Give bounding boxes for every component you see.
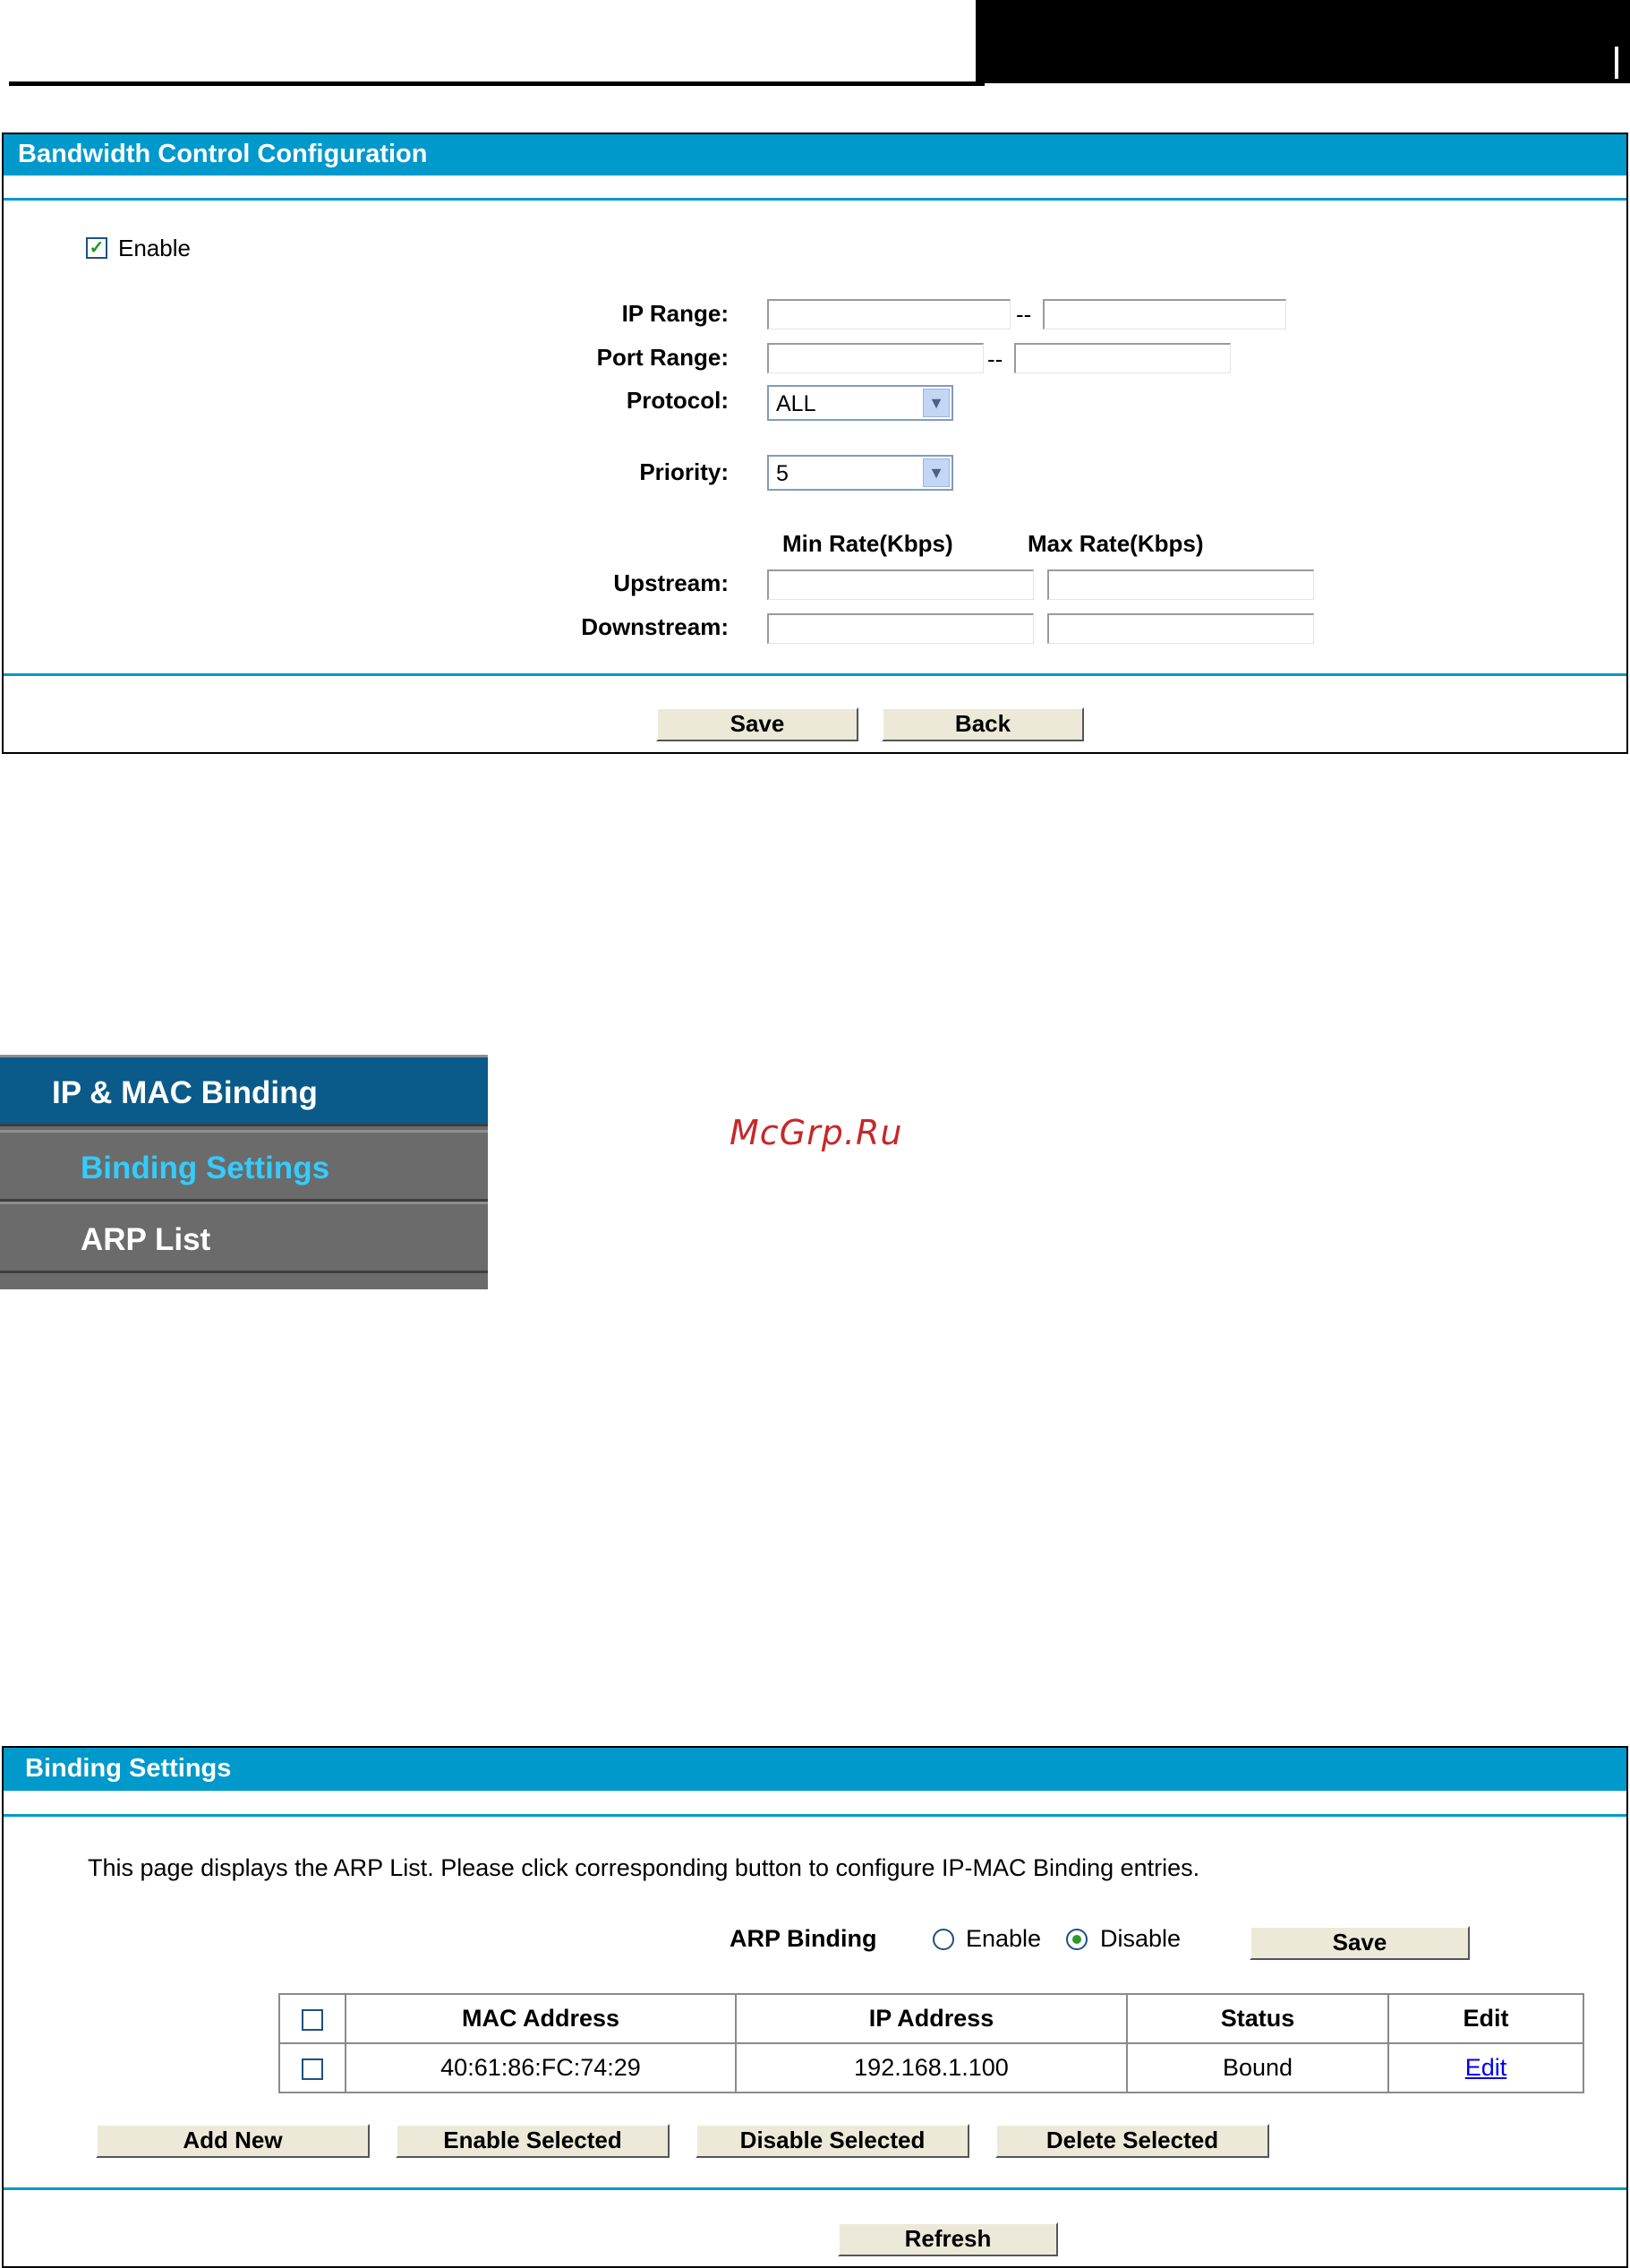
binding-header-line — [4, 1814, 1626, 1817]
enable-selected-button[interactable]: Enable Selected — [396, 2124, 670, 2158]
port-range-start-input[interactable] — [767, 343, 984, 373]
binding-footer-line — [4, 2187, 1626, 2190]
bandwidth-footer-line — [4, 673, 1626, 676]
back-button[interactable]: Back — [882, 707, 1084, 741]
arp-binding-save-button[interactable]: Save — [1250, 1926, 1470, 1960]
arp-binding-disable-radio[interactable] — [1066, 1929, 1088, 1950]
watermark-text: McGrp.Ru — [730, 1113, 903, 1152]
add-new-button[interactable]: Add New — [96, 2124, 370, 2158]
downstream-min-rate-input[interactable] — [767, 613, 1034, 644]
port-range-separator: -- — [987, 346, 1003, 372]
ip-address-cell: 192.168.1.100 — [735, 2042, 1128, 2093]
menu-item-label: ARP List — [81, 1222, 211, 1257]
upstream-label: Upstream: — [613, 569, 729, 596]
menu-item-label: IP & MAC Binding — [52, 1075, 318, 1110]
mac-address-cell: 40:61:86:FC:74:29 — [345, 2042, 737, 2093]
ip-address-header: IP Address — [735, 1993, 1128, 2044]
status-cell: Bound — [1126, 2042, 1389, 2093]
delete-selected-button[interactable]: Delete Selected — [995, 2124, 1269, 2158]
enable-checkbox[interactable]: ✓ — [86, 237, 107, 259]
arp-binding-label: ARP Binding — [730, 1925, 877, 1952]
ip-range-separator: -- — [1016, 301, 1032, 328]
header-rule — [9, 81, 985, 86]
status-header: Status — [1126, 1993, 1389, 2044]
binding-settings-title: Binding Settings — [4, 1748, 1626, 1791]
chevron-down-icon: ▼ — [923, 389, 950, 417]
binding-table: MAC Address IP Address Status Edit 40:61… — [278, 1993, 1584, 2093]
port-range-label: Port Range: — [596, 344, 729, 371]
port-range-end-input[interactable] — [1014, 343, 1231, 373]
downstream-label: Downstream: — [581, 613, 729, 640]
table-header-row: MAC Address IP Address Status Edit — [278, 1993, 1584, 2044]
priority-label: Priority: — [639, 458, 729, 485]
bandwidth-header-line — [4, 198, 1626, 201]
arp-binding-enable-radio[interactable] — [933, 1929, 954, 1950]
ip-mac-binding-menu: IP & MAC Binding Binding Settings ARP Li… — [0, 1055, 488, 1289]
edit-cell: Edit — [1387, 2042, 1584, 2093]
protocol-label: Protocol: — [626, 387, 729, 414]
menu-item-ip-mac-binding[interactable]: IP & MAC Binding — [0, 1055, 488, 1126]
row-checkbox[interactable] — [302, 2058, 323, 2080]
min-rate-header: Min Rate(Kbps) — [782, 530, 953, 557]
ip-range-label: IP Range: — [621, 300, 729, 327]
upstream-max-rate-input[interactable] — [1047, 569, 1314, 600]
header-black-block — [976, 0, 1630, 83]
enable-label: Enable — [118, 235, 191, 261]
chevron-down-icon: ▼ — [923, 458, 950, 487]
radio-selected-dot — [1072, 1935, 1081, 1944]
priority-value: 5 — [776, 461, 789, 486]
upstream-min-rate-input[interactable] — [767, 569, 1034, 600]
menu-item-arp-list[interactable]: ARP List — [0, 1202, 488, 1273]
table-row: 40:61:86:FC:74:29 192.168.1.100 Bound Ed… — [278, 2042, 1584, 2093]
downstream-max-rate-input[interactable] — [1047, 613, 1314, 644]
binding-settings-panel: Binding Settings This page displays the … — [2, 1746, 1628, 2268]
ip-range-start-input[interactable] — [767, 299, 1011, 330]
max-rate-header: Max Rate(Kbps) — [1028, 530, 1204, 557]
priority-select[interactable]: 5 ▼ — [767, 455, 953, 491]
edit-link[interactable]: Edit — [1465, 2054, 1507, 2081]
menu-item-binding-settings[interactable]: Binding Settings — [0, 1130, 488, 1202]
select-all-cell — [278, 1993, 346, 2044]
save-button[interactable]: Save — [656, 707, 858, 741]
arp-binding-disable-label: Disable — [1100, 1925, 1182, 1952]
bandwidth-panel-title: Bandwidth Control Configuration — [4, 134, 1626, 175]
arp-binding-enable-label: Enable — [966, 1925, 1042, 1952]
menu-item-label: Binding Settings — [81, 1151, 330, 1185]
bandwidth-panel: Bandwidth Control Configuration ✓ Enable… — [2, 133, 1628, 754]
ip-range-end-input[interactable] — [1043, 299, 1286, 330]
header-tick-mark — [1615, 47, 1618, 79]
disable-selected-button[interactable]: Disable Selected — [696, 2124, 969, 2158]
protocol-select[interactable]: ALL ▼ — [767, 385, 953, 421]
refresh-button[interactable]: Refresh — [838, 2222, 1058, 2256]
row-select-cell — [278, 2042, 346, 2093]
protocol-value: ALL — [776, 391, 816, 416]
edit-header: Edit — [1387, 1993, 1584, 2044]
binding-description: This page displays the ARP List. Please … — [88, 1854, 1200, 1881]
mac-address-header: MAC Address — [345, 1993, 737, 2044]
select-all-checkbox[interactable] — [302, 2008, 323, 2031]
